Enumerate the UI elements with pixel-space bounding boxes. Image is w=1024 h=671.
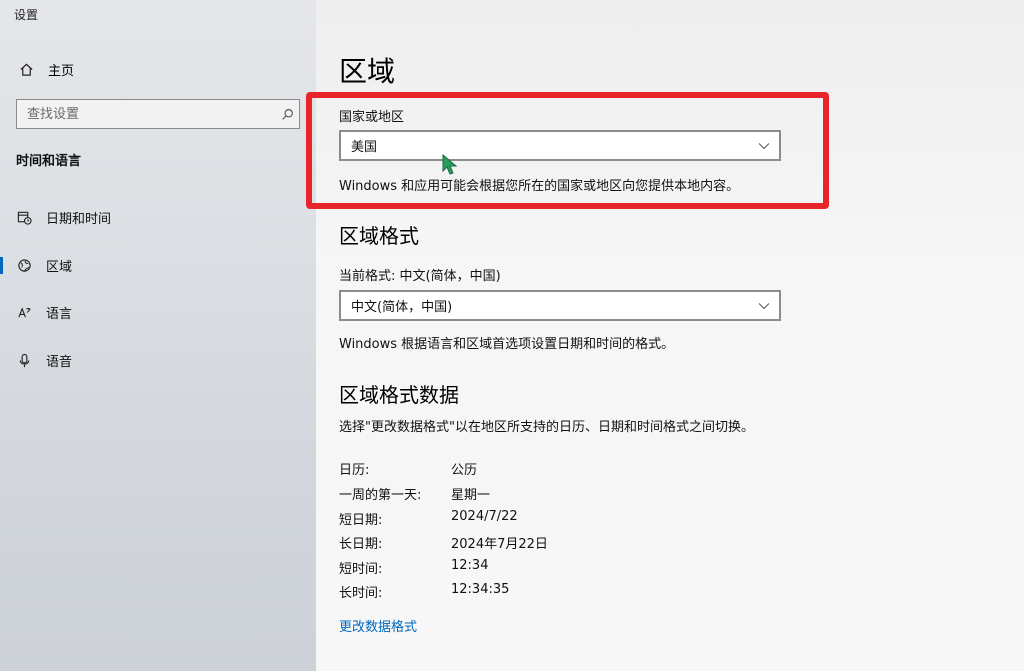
format-data-key: 短日期: bbox=[339, 513, 383, 528]
sidebar-item-speech[interactable]: 语音 bbox=[0, 345, 316, 375]
format-data-value: 12:34:35 bbox=[451, 582, 510, 597]
format-data-description: 选择"更改数据格式"以在地区所支持的日历、日期和时间格式之间切换。 bbox=[339, 420, 754, 435]
globe-icon bbox=[16, 257, 32, 273]
home-icon bbox=[18, 61, 34, 77]
region-format-description: Windows 根据语言和区域首选项设置日期和时间的格式。 bbox=[339, 337, 675, 352]
format-data-value: 公历 bbox=[451, 463, 478, 478]
current-format-label: 当前格式: 中文(简体，中国) bbox=[339, 269, 501, 284]
sidebar-section-title: 时间和语言 bbox=[16, 154, 82, 169]
country-selected-value: 美国 bbox=[351, 140, 378, 155]
home-label: 主页 bbox=[48, 63, 75, 79]
format-data-key: 长日期: bbox=[339, 537, 383, 552]
search-input[interactable] bbox=[17, 101, 275, 127]
format-data-heading: 区域格式数据 bbox=[339, 383, 459, 407]
format-data-value: 2024年7月22日 bbox=[451, 537, 548, 552]
sidebar-item-date-time[interactable]: 日期和时间 bbox=[0, 202, 316, 232]
sidebar-item-label: 区域 bbox=[46, 259, 73, 275]
home-nav-button[interactable]: 主页 bbox=[18, 58, 74, 80]
country-label: 国家或地区 bbox=[339, 110, 405, 125]
sidebar-item-language[interactable]: 语言 bbox=[0, 297, 316, 327]
region-format-selected-value: 中文(简体，中国) bbox=[351, 300, 453, 315]
search-icon[interactable] bbox=[275, 108, 299, 121]
format-data-key: 一周的第一天: bbox=[339, 488, 422, 503]
sidebar-item-label: 语言 bbox=[46, 306, 73, 322]
language-icon bbox=[16, 304, 32, 320]
calendar-clock-icon bbox=[16, 209, 32, 225]
format-data-value: 星期一 bbox=[451, 488, 491, 503]
chevron-down-icon bbox=[749, 142, 779, 150]
region-format-heading: 区域格式 bbox=[339, 224, 419, 248]
country-description: Windows 和应用可能会根据您所在的国家或地区向您提供本地内容。 bbox=[339, 179, 740, 194]
region-format-dropdown[interactable]: 中文(简体，中国) bbox=[339, 290, 781, 321]
search-box[interactable] bbox=[16, 99, 300, 129]
country-dropdown[interactable]: 美国 bbox=[339, 130, 781, 161]
format-data-value: 12:34 bbox=[451, 558, 489, 573]
format-data-value: 2024/7/22 bbox=[451, 509, 518, 524]
format-data-key: 短时间: bbox=[339, 562, 383, 577]
sidebar-item-label: 语音 bbox=[46, 354, 73, 370]
format-data-key: 长时间: bbox=[339, 586, 383, 601]
chevron-down-icon bbox=[749, 302, 779, 310]
change-data-format-link[interactable]: 更改数据格式 bbox=[339, 616, 417, 635]
sidebar: 设置 主页 时间和语言 日期和时间 区域 语言 语音 bbox=[0, 0, 316, 671]
sidebar-item-label: 日期和时间 bbox=[46, 211, 112, 227]
window-title: 设置 bbox=[14, 8, 39, 22]
main-content: 区域 国家或地区 美国 Windows 和应用可能会根据您所在的国家或地区向您提… bbox=[316, 0, 1024, 671]
format-data-key: 日历: bbox=[339, 463, 370, 478]
sidebar-item-region[interactable]: 区域 bbox=[0, 250, 316, 280]
microphone-icon bbox=[16, 352, 32, 368]
page-title: 区域 bbox=[339, 55, 396, 88]
